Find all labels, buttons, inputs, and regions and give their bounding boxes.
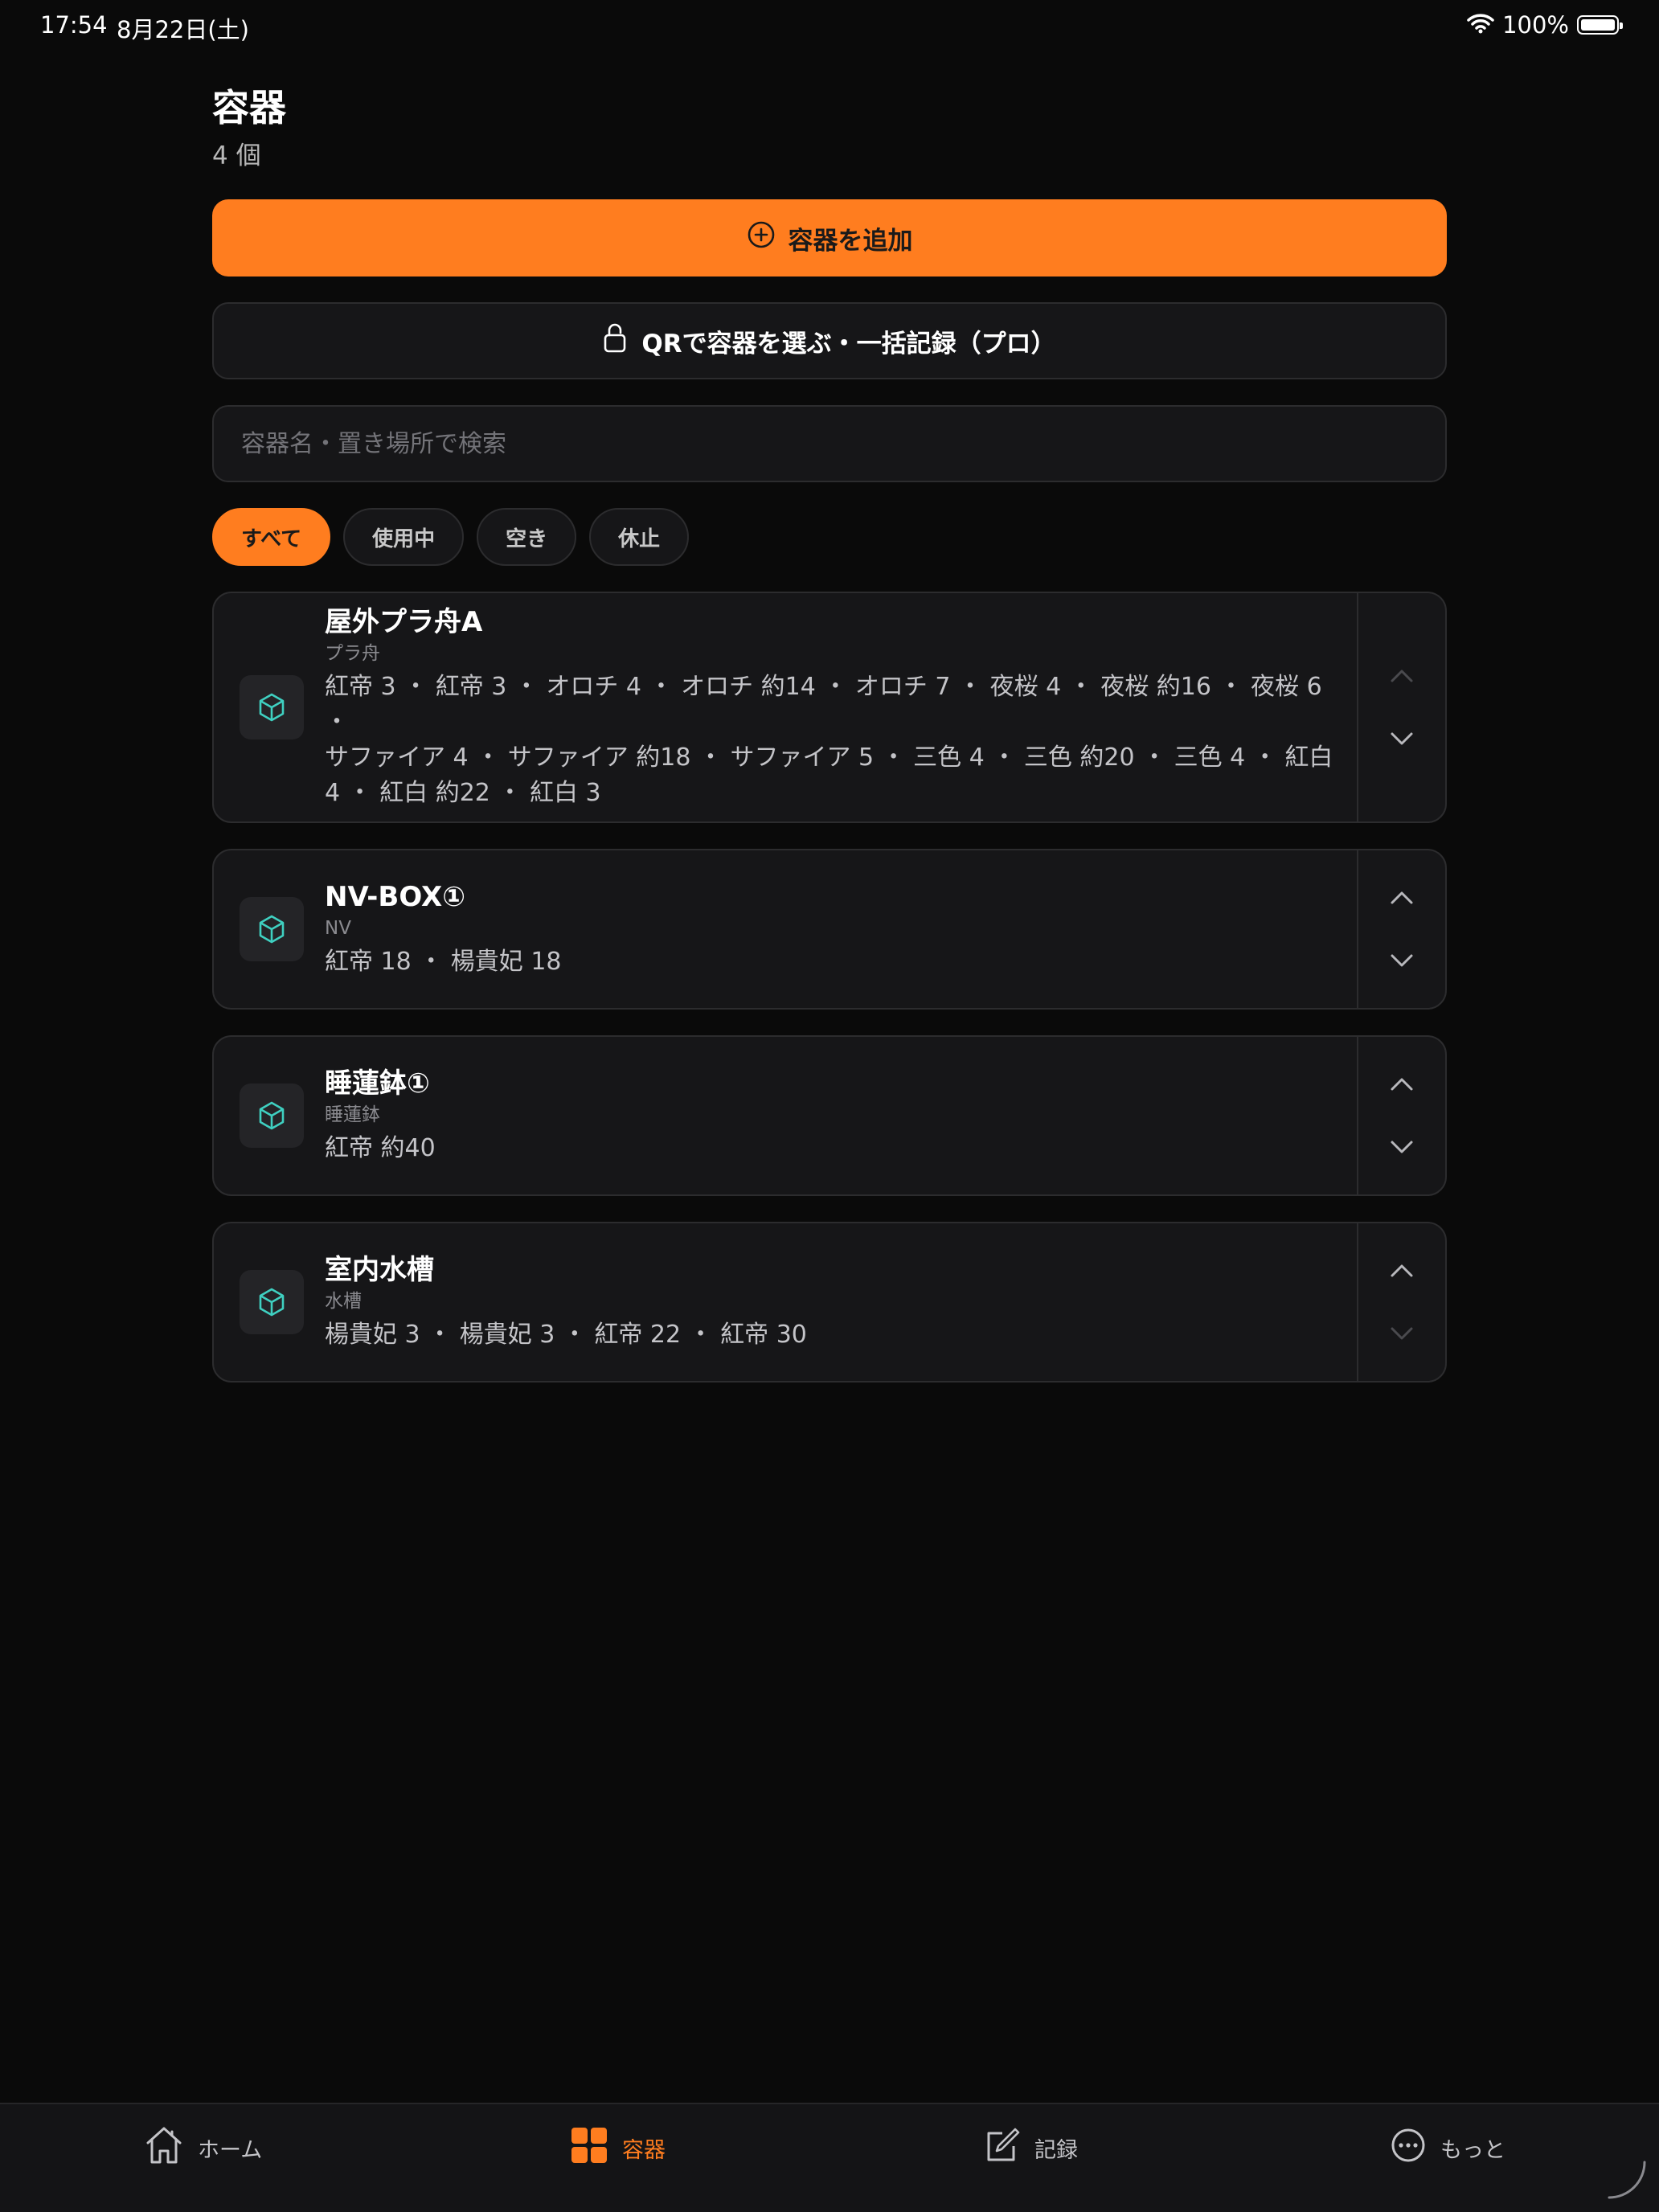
move-up-button[interactable]	[1382, 1067, 1422, 1102]
edit-icon	[985, 2127, 1020, 2169]
fish-line: サファイア 4 ・ サファイア 約18 ・ サファイア 5 ・ 三色 4 ・ 三…	[325, 743, 1333, 772]
home-icon	[145, 2125, 183, 2171]
container-card[interactable]: 室内水槽 水槽 楊貴妃 3 ・ 楊貴妃 3 ・ 紅帝 22 ・ 紅帝 30	[212, 1222, 1447, 1382]
plus-circle-icon	[747, 220, 776, 256]
move-down-button[interactable]	[1382, 1129, 1422, 1165]
status-bar: 17:54 8月22日(土) 100%	[0, 0, 1659, 51]
tab-records-label: 記録	[1034, 2137, 1078, 2163]
tab-home-label: ホーム	[198, 2137, 263, 2163]
container-card-body[interactable]: 室内水槽 水槽 楊貴妃 3 ・ 楊貴妃 3 ・ 紅帝 22 ・ 紅帝 30	[214, 1223, 1357, 1381]
filter-chip-empty[interactable]: 空き	[477, 508, 577, 566]
tab-records[interactable]: 記録	[985, 2125, 1078, 2170]
container-type: NV	[325, 918, 351, 939]
status-date: 8月22日(土)	[117, 16, 249, 43]
lock-icon	[603, 322, 627, 360]
container-card[interactable]: 睡蓮鉢① 睡蓮鉢 紅帝 約40	[212, 1035, 1447, 1196]
container-type: プラ舟	[325, 643, 380, 664]
battery-icon	[1577, 15, 1623, 35]
move-down-button[interactable]	[1382, 721, 1422, 756]
move-up-button[interactable]	[1382, 658, 1422, 694]
container-info: 睡蓮鉢① 睡蓮鉢 紅帝 約40	[325, 1065, 436, 1166]
container-info: NV-BOX① NV 紅帝 18 ・ 楊貴妃 18	[325, 879, 562, 980]
grid-icon	[571, 2127, 608, 2169]
chevron-down-icon	[1391, 954, 1413, 967]
filter-chip-all[interactable]: すべて	[212, 508, 331, 566]
chevron-up-icon	[1391, 670, 1413, 682]
chevron-down-icon	[1391, 1327, 1413, 1340]
move-up-button[interactable]	[1382, 880, 1422, 916]
status-right: 100%	[1467, 11, 1623, 39]
add-container-label: 容器を追加	[788, 226, 913, 256]
status-time: 17:54	[40, 11, 108, 39]
container-name: NV-BOX①	[325, 881, 466, 913]
cube-icon	[240, 1270, 304, 1334]
fish-line: 紅帝 約40	[325, 1134, 436, 1162]
move-down-button[interactable]	[1382, 1316, 1422, 1351]
container-card[interactable]: NV-BOX① NV 紅帝 18 ・ 楊貴妃 18	[212, 849, 1447, 1010]
filter-chips: すべて 使用中 空き 休止	[212, 508, 690, 566]
container-card-body[interactable]: 睡蓮鉢① 睡蓮鉢 紅帝 約40	[214, 1037, 1357, 1194]
container-fish-list: 紅帝 18 ・ 楊貴妃 18	[325, 944, 562, 980]
cube-icon	[240, 675, 304, 739]
chevron-down-icon	[1391, 1141, 1413, 1153]
tab-home[interactable]: ホーム	[145, 2125, 262, 2170]
cube-icon	[240, 1083, 304, 1148]
tab-containers-label: 容器	[622, 2137, 666, 2163]
wifi-icon	[1467, 13, 1494, 37]
qr-batch-record-button[interactable]: QRで容器を選ぶ・一括記録（プロ）	[212, 302, 1447, 379]
search-box[interactable]	[212, 405, 1447, 482]
container-name: 屋外プラ舟A	[325, 606, 483, 638]
container-type: 睡蓮鉢	[325, 1104, 380, 1125]
container-fish-list: 楊貴妃 3 ・ 楊貴妃 3 ・ 紅帝 22 ・ 紅帝 30	[325, 1317, 807, 1353]
tab-more-label: もっと	[1440, 2137, 1505, 2163]
add-container-button[interactable]: 容器を追加	[212, 199, 1447, 276]
fish-line: 楊貴妃 3 ・ 楊貴妃 3 ・ 紅帝 22 ・ 紅帝 30	[325, 1321, 807, 1349]
container-name: 室内水槽	[325, 1254, 434, 1286]
container-card[interactable]: 屋外プラ舟A プラ舟 紅帝 3 ・ 紅帝 3 ・ オロチ 4 ・ オロチ 約14…	[212, 592, 1447, 823]
reorder-controls	[1357, 850, 1445, 1008]
containers-screen: 17:54 8月22日(土) 100% 容器 4 個 容器を追加 QRで容器を選…	[0, 0, 1659, 2212]
container-fish-list: 紅帝 約40	[325, 1131, 436, 1166]
reorder-controls	[1357, 1037, 1445, 1194]
tab-more[interactable]: もっと	[1391, 2125, 1505, 2170]
tab-containers[interactable]: 容器	[571, 2125, 666, 2170]
search-input[interactable]	[241, 429, 1418, 458]
tab-bar: ホーム 容器 記録 もっと	[0, 2103, 1659, 2212]
chevron-down-icon	[1391, 732, 1413, 745]
filter-chip-paused[interactable]: 休止	[589, 508, 690, 566]
qr-batch-record-label: QRで容器を選ぶ・一括記録（プロ）	[641, 329, 1056, 358]
container-fish-list: 紅帝 3 ・ 紅帝 3 ・ オロチ 4 ・ オロチ 約14 ・ オロチ 7 ・ …	[325, 670, 1334, 811]
page-title: 容器	[212, 86, 286, 129]
move-down-button[interactable]	[1382, 943, 1422, 978]
reorder-controls	[1357, 593, 1445, 821]
chevron-up-icon	[1391, 1078, 1413, 1091]
fish-line: 紅帝 18 ・ 楊貴妃 18	[325, 948, 562, 976]
filter-chip-in-use[interactable]: 使用中	[343, 508, 465, 566]
more-icon	[1391, 2128, 1426, 2169]
container-name: 睡蓮鉢①	[325, 1067, 430, 1100]
fish-line: 紅帝 3 ・ 紅帝 3 ・ オロチ 4 ・ オロチ 約14 ・ オロチ 7 ・ …	[325, 673, 1322, 736]
fish-line: 4 ・ 紅白 約22 ・ 紅白 3	[325, 779, 601, 807]
battery-percent: 100%	[1502, 11, 1569, 39]
container-info: 屋外プラ舟A プラ舟 紅帝 3 ・ 紅帝 3 ・ オロチ 4 ・ オロチ 約14…	[325, 604, 1334, 811]
container-count: 4 個	[212, 141, 261, 170]
container-card-body[interactable]: 屋外プラ舟A プラ舟 紅帝 3 ・ 紅帝 3 ・ オロチ 4 ・ オロチ 約14…	[214, 593, 1357, 821]
move-up-button[interactable]	[1382, 1253, 1422, 1288]
reorder-controls	[1357, 1223, 1445, 1381]
corner-indicator	[1606, 2159, 1648, 2204]
container-info: 室内水槽 水槽 楊貴妃 3 ・ 楊貴妃 3 ・ 紅帝 22 ・ 紅帝 30	[325, 1251, 807, 1353]
container-type: 水槽	[325, 1291, 362, 1312]
container-card-body[interactable]: NV-BOX① NV 紅帝 18 ・ 楊貴妃 18	[214, 850, 1357, 1008]
cube-icon	[240, 897, 304, 961]
chevron-up-icon	[1391, 891, 1413, 904]
chevron-up-icon	[1391, 1264, 1413, 1277]
